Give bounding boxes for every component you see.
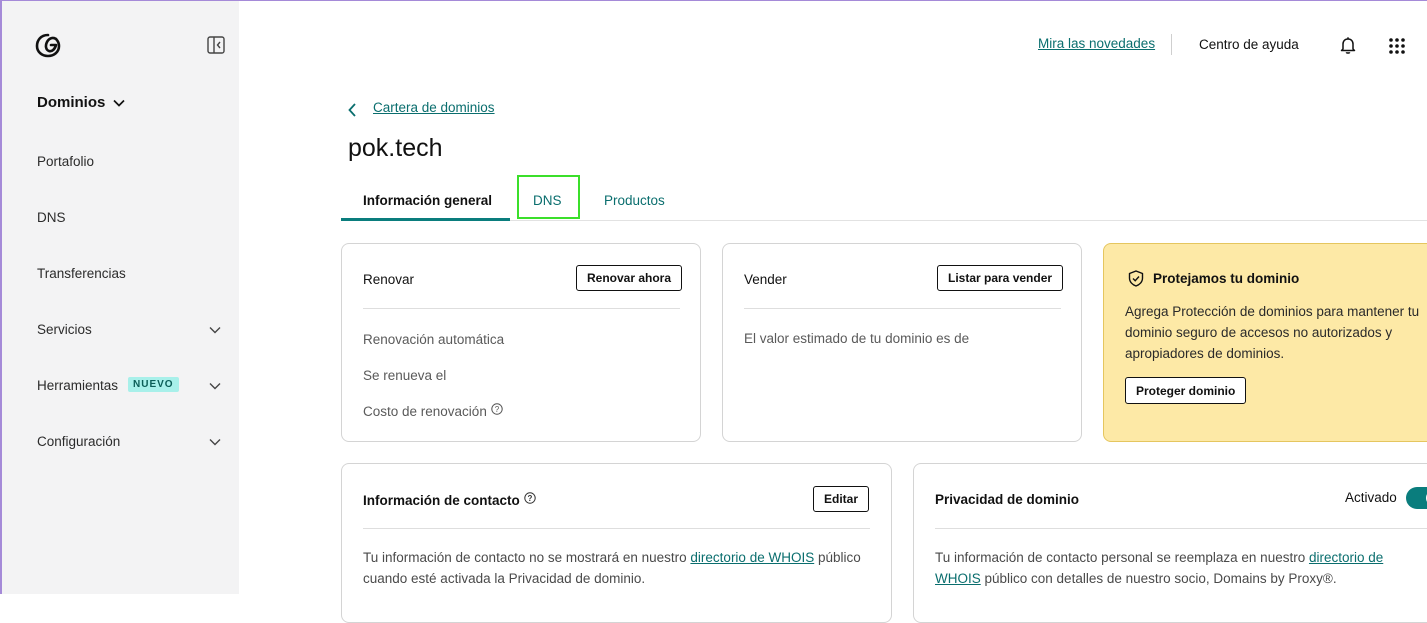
divider [363,308,680,309]
contact-card-title-text: Información de contacto [363,493,520,508]
svg-text:?: ? [527,494,532,503]
sidebar: Dominios Portafolio DNS Transferencias S… [0,0,239,594]
divider [935,528,1427,529]
protect-card-title: Protejamos tu dominio [1153,271,1300,286]
edit-contact-button[interactable]: Editar [813,486,870,512]
privacy-card-title: Privacidad de dominio [935,492,1080,507]
godaddy-logo-icon[interactable] [35,32,61,58]
sell-card-title: Vender [744,272,787,287]
sidebar-item-dns[interactable]: DNS [37,210,66,225]
svg-text:?: ? [495,405,500,414]
collapse-sidebar-icon[interactable] [207,36,225,54]
chevron-down-icon[interactable] [208,323,222,337]
estimated-value-text: El valor estimado de tu dominio es de [744,331,970,346]
protect-domain-button[interactable]: Proteger dominio [1125,377,1247,404]
privacy-status-label: Activado [1345,490,1397,505]
bell-icon[interactable] [1338,35,1358,55]
apps-grid-icon[interactable] [1388,37,1406,55]
privacy-card-text: Tu información de contacto personal se r… [935,547,1405,589]
page-title: pok.tech [348,134,443,162]
renew-now-button[interactable]: Renovar ahora [576,265,683,291]
chevron-down-icon[interactable] [112,96,126,110]
sidebar-item-portafolio[interactable]: Portafolio [37,154,94,169]
chevron-down-icon[interactable] [208,379,222,393]
sidebar-item-transferencias[interactable]: Transferencias [37,266,126,281]
divider [744,308,1061,309]
renews-on-label: Se renueva el [363,368,447,383]
tab-informacion-general[interactable]: Información general [363,193,492,208]
breadcrumb-link[interactable]: Cartera de dominios [373,100,495,115]
contact-info-card: Información de contacto? Editar Tu infor… [341,463,892,623]
help-center-link[interactable]: Centro de ayuda [1199,37,1299,52]
sidebar-item-servicios[interactable]: Servicios [37,322,92,337]
privacy-toggle[interactable] [1406,487,1427,509]
whois-directory-link[interactable]: directorio de WHOIS [690,550,814,565]
tab-dns[interactable]: DNS [533,193,562,208]
whats-new-link[interactable]: Mira las novedades [1038,36,1155,51]
domain-privacy-card: Privacidad de dominio Tu información de … [913,463,1427,623]
info-icon[interactable]: ? [491,403,503,415]
privacy-text-start: Tu información de contacto personal se r… [935,550,1309,565]
list-for-sale-button[interactable]: Listar para vender [937,265,1064,291]
renew-card-title: Renovar [363,272,415,287]
protect-domain-card: Protejamos tu dominio Agrega Protección … [1103,243,1427,442]
renewal-cost-label: Costo de renovación? [363,403,503,419]
contact-card-title: Información de contacto? [363,492,536,508]
chevron-left-icon[interactable] [346,102,360,118]
sidebar-item-configuracion[interactable]: Configuración [37,434,120,449]
renew-card: Renovar Renovar ahora Renovación automát… [341,243,701,442]
divider [363,528,870,529]
shield-check-icon [1128,270,1144,287]
renewal-cost-text: Costo de renovación [363,404,487,419]
sidebar-section-title[interactable]: Dominios [37,94,105,111]
topbar-divider [1171,34,1172,55]
tab-productos[interactable]: Productos [604,193,665,208]
privacy-text-end: público con detalles de nuestro socio, D… [980,571,1337,586]
contact-text-start: Tu información de contacto no se mostrar… [363,550,691,565]
auto-renew-label: Renovación automática [363,332,505,347]
contact-card-text: Tu información de contacto no se mostrar… [363,547,863,589]
active-tab-indicator [341,218,510,221]
protect-card-text: Agrega Protección de dominios para mante… [1125,304,1420,361]
chevron-down-icon[interactable] [208,435,222,449]
info-icon[interactable]: ? [524,492,536,504]
sidebar-item-herramientas[interactable]: Herramientas [37,378,118,393]
new-badge: NUEVO [128,377,179,392]
sell-card: Vender Listar para vender El valor estim… [722,243,1082,442]
